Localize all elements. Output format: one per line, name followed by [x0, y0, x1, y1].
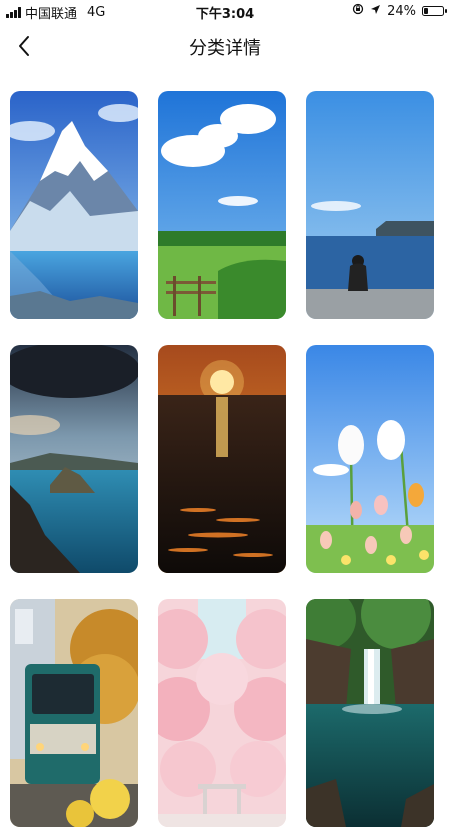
crater-lake-image: [10, 345, 138, 573]
wallpaper-waterfall[interactable]: [306, 599, 434, 827]
battery-percent: 24%: [387, 3, 416, 19]
tulips-image: [306, 345, 434, 573]
waterfall-image: [306, 599, 434, 827]
wallpaper-crater-lake[interactable]: [10, 345, 138, 573]
status-right: 24%: [352, 3, 447, 19]
mountain-image: [10, 91, 138, 319]
wallpaper-tulips[interactable]: [306, 345, 434, 573]
meadow-image: [158, 91, 286, 319]
cherry-blossom-image: [158, 599, 286, 827]
page-title: 分类详情: [189, 38, 261, 59]
battery-icon: [422, 6, 447, 16]
tram-image: [10, 599, 138, 827]
wallpaper-seaside[interactable]: [306, 91, 434, 319]
battery-fill: [424, 8, 428, 14]
lock-rotation-icon: [352, 3, 364, 19]
location-arrow-icon: [370, 4, 381, 19]
status-bar: 中国联通 4G 下午3:04 24%: [0, 0, 450, 22]
wallpaper-tram[interactable]: [10, 599, 138, 827]
wallpaper-meadow[interactable]: [158, 91, 286, 319]
sunset-image: [158, 345, 286, 573]
wallpaper-sunset[interactable]: [158, 345, 286, 573]
wallpaper-mountain[interactable]: [10, 91, 138, 319]
wallpaper-grid: [10, 91, 434, 827]
seaside-image: [306, 91, 434, 319]
nav-bar: 分类详情: [0, 22, 450, 70]
wallpaper-cherry-blossom[interactable]: [158, 599, 286, 827]
